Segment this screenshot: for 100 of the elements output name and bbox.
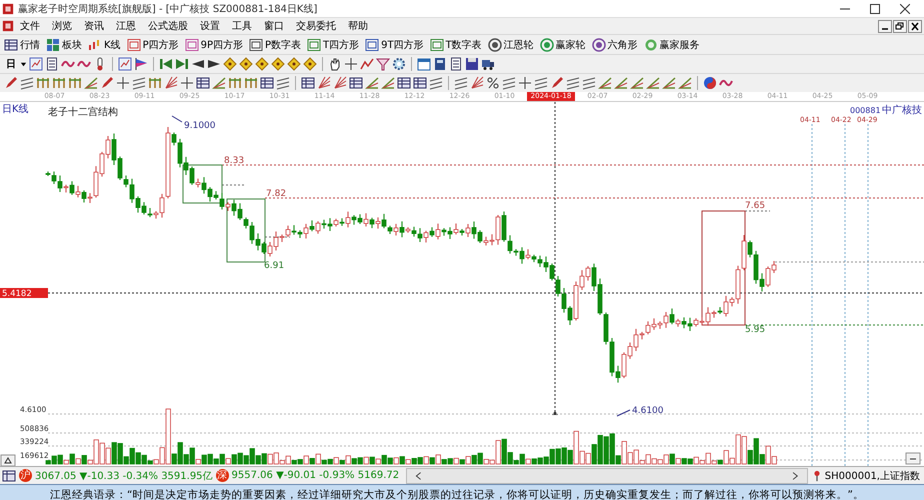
toolbar-button[interactable]: K线 xyxy=(88,38,121,52)
toolbar-button[interactable]: 六角形 xyxy=(592,38,638,52)
diamond-icon[interactable] xyxy=(239,57,253,71)
menu-item[interactable]: 文件 xyxy=(14,19,46,33)
skip-forward-icon[interactable] xyxy=(175,57,189,71)
percent-icon[interactable] xyxy=(486,76,500,90)
grid-icon[interactable] xyxy=(397,76,411,90)
square-icon[interactable] xyxy=(126,38,141,52)
square-icon[interactable] xyxy=(249,38,263,52)
pen-icon[interactable] xyxy=(100,76,114,90)
toolbar-button[interactable]: P四方形 xyxy=(126,38,179,52)
diamond-icon[interactable] xyxy=(287,57,301,71)
period-dropdown[interactable]: 日 xyxy=(4,57,18,71)
angle-icon[interactable] xyxy=(84,76,98,90)
toolbar-button[interactable]: 行情 xyxy=(4,38,40,52)
toolbar-button[interactable]: 9P四方形 xyxy=(184,38,243,52)
gear-icon[interactable] xyxy=(392,57,406,71)
grid-icon[interactable] xyxy=(301,76,315,90)
menu-item[interactable]: 帮助 xyxy=(342,19,374,33)
ring-icon[interactable] xyxy=(540,38,554,52)
parallel-lines-icon[interactable] xyxy=(454,76,468,90)
square-icon[interactable] xyxy=(307,38,322,52)
left-arrow-icon[interactable] xyxy=(191,57,205,71)
chart-icon[interactable] xyxy=(29,57,43,71)
fork-icon[interactable] xyxy=(148,76,162,90)
diamond-icon[interactable] xyxy=(223,57,237,71)
grid-icon[interactable] xyxy=(260,76,274,90)
save-icon[interactable] xyxy=(465,57,479,71)
skip-back-icon[interactable] xyxy=(159,57,173,71)
minimize-icon[interactable] xyxy=(878,20,892,32)
menu-item[interactable]: 浏览 xyxy=(46,19,78,33)
calculator-icon[interactable] xyxy=(433,57,447,71)
collapse-icon[interactable] xyxy=(0,454,16,466)
fork-icon[interactable] xyxy=(52,76,66,90)
toolbar-button[interactable]: 赢家服务 xyxy=(644,38,700,52)
crosshair-icon[interactable] xyxy=(518,76,532,90)
minimize-panel-icon[interactable] xyxy=(906,452,920,464)
parallel-lines-icon[interactable] xyxy=(566,76,580,90)
toolbar-button[interactable]: 板块 xyxy=(46,38,82,52)
angle-icon[interactable] xyxy=(678,76,692,90)
menu-item[interactable]: 窗口 xyxy=(258,19,290,33)
caret-icon[interactable] xyxy=(20,60,27,68)
toolbar-button[interactable]: P数字表 xyxy=(249,38,302,52)
parallel-lines-icon[interactable] xyxy=(429,76,443,90)
angle-icon[interactable] xyxy=(630,76,644,90)
funnel-icon[interactable] xyxy=(376,57,390,71)
crosshair-icon[interactable] xyxy=(116,76,130,90)
pen-icon[interactable] xyxy=(550,76,564,90)
toolbar-button[interactable]: 江恩轮 xyxy=(488,38,534,52)
toolbar-button[interactable]: 9T四方形 xyxy=(365,38,424,52)
parallel-lines-icon[interactable] xyxy=(534,76,548,90)
grid-icon[interactable] xyxy=(4,38,18,52)
square-icon[interactable] xyxy=(184,38,199,52)
close-icon[interactable] xyxy=(908,20,922,32)
grid-icon[interactable] xyxy=(2,468,16,482)
document-icon[interactable] xyxy=(45,57,59,71)
menu-item[interactable]: 江恩 xyxy=(110,19,142,33)
parallel-lines-icon[interactable] xyxy=(502,76,516,90)
ring-icon[interactable] xyxy=(488,38,502,52)
square-icon[interactable] xyxy=(365,38,380,52)
flag-icon[interactable] xyxy=(134,57,148,71)
pen-icon[interactable] xyxy=(4,76,18,90)
angle-icon[interactable] xyxy=(365,76,379,90)
horizontal-scrollbar[interactable] xyxy=(406,468,808,484)
fork-icon[interactable] xyxy=(36,76,50,90)
candles-icon[interactable] xyxy=(88,38,102,52)
yin-yang-icon[interactable] xyxy=(703,76,717,90)
menu-item[interactable]: 交易委托 xyxy=(290,19,342,33)
menu-item[interactable]: 公式选股 xyxy=(142,19,194,33)
angle-icon[interactable] xyxy=(614,76,628,90)
fork-icon[interactable] xyxy=(228,76,242,90)
parallel-lines-icon[interactable] xyxy=(582,76,596,90)
fan-lines-icon[interactable] xyxy=(470,76,484,90)
toolbar-button[interactable]: 赢家轮 xyxy=(540,38,586,52)
restore-icon[interactable] xyxy=(893,20,907,32)
fan-lines-icon[interactable] xyxy=(164,76,178,90)
square-icon[interactable] xyxy=(430,38,444,52)
diamond-icon[interactable] xyxy=(303,57,317,71)
close-icon[interactable] xyxy=(900,4,910,14)
fan-lines-icon[interactable] xyxy=(333,76,347,90)
menu-item[interactable]: 设置 xyxy=(194,19,226,33)
chart-icon[interactable] xyxy=(118,57,132,71)
calendar-icon[interactable] xyxy=(417,57,431,71)
angle-icon[interactable] xyxy=(381,76,395,90)
angle-icon[interactable] xyxy=(662,76,676,90)
fork-icon[interactable] xyxy=(68,76,82,90)
ring-icon[interactable] xyxy=(592,38,606,52)
crosshair-icon[interactable] xyxy=(180,76,194,90)
diamond-icon[interactable] xyxy=(271,57,285,71)
grid-icon[interactable] xyxy=(413,76,427,90)
right-arrow-icon[interactable] xyxy=(207,57,221,71)
trend-line-icon[interactable] xyxy=(360,57,374,71)
angle-icon[interactable] xyxy=(212,76,226,90)
maximize-icon[interactable] xyxy=(870,4,880,14)
diamond-icon[interactable] xyxy=(255,57,269,71)
menu-item[interactable]: 工具 xyxy=(226,19,258,33)
toolbar-button[interactable]: T四方形 xyxy=(307,38,360,52)
angle-icon[interactable] xyxy=(646,76,660,90)
crosshair-icon[interactable] xyxy=(344,57,358,71)
parallel-lines-icon[interactable] xyxy=(276,76,290,90)
